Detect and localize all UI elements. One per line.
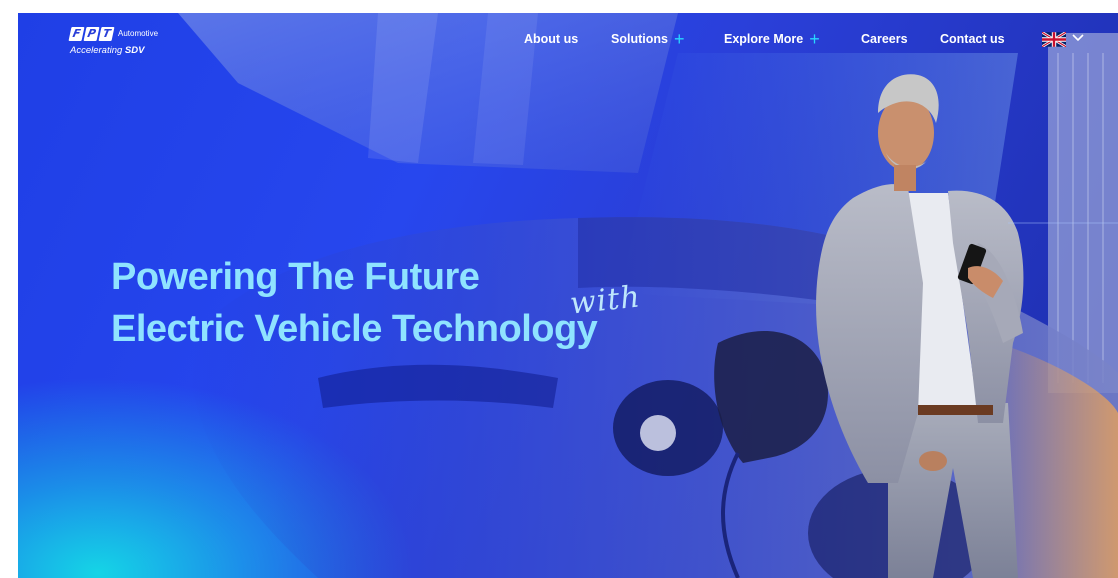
nav-careers[interactable]: Careers — [861, 32, 908, 46]
fpt-logo-mark: F P T — [68, 27, 115, 43]
chevron-down-icon[interactable] — [1072, 34, 1084, 42]
language-selector[interactable] — [1042, 30, 1088, 48]
nav-about-us-label: About us — [524, 32, 579, 46]
nav-solutions[interactable]: Solutions + — [611, 30, 685, 48]
nav-solutions-label: Solutions — [611, 32, 668, 46]
logo-tagline-bold: SDV — [124, 45, 145, 56]
top-navigation: F P T Automotive Accelerating SDV About … — [18, 13, 1118, 68]
logo-tagline-prefix: Accelerating — [70, 45, 123, 56]
logo-letter-f: F — [68, 27, 85, 41]
nav-careers-label: Careers — [861, 32, 908, 46]
logo-letter-p: P — [83, 27, 100, 41]
nav-about-us[interactable]: About us — [524, 32, 578, 46]
nav-contact-us-label: Contact us — [940, 32, 1005, 46]
logo-brand-name: Automotive — [118, 29, 159, 38]
hero-headline-line2: Electric Vehicle Technology — [111, 308, 598, 350]
nav-explore-more[interactable]: Explore More + — [724, 30, 820, 48]
hero-headline-line1: Powering The Future — [111, 256, 480, 298]
logo-letter-t: T — [98, 27, 115, 41]
page: F P T Automotive Accelerating SDV About … — [0, 0, 1118, 578]
logo-tagline: Accelerating SDV — [70, 45, 144, 56]
uk-flag-icon — [1042, 32, 1066, 47]
plus-icon[interactable]: + — [674, 30, 685, 48]
hero-headline-script: with — [568, 279, 643, 322]
fpt-automotive-logo[interactable]: F P T Automotive Accelerating SDV — [68, 25, 180, 59]
plus-icon[interactable]: + — [809, 30, 820, 48]
nav-contact-us[interactable]: Contact us — [940, 32, 1005, 46]
hero-banner: F P T Automotive Accelerating SDV About … — [18, 13, 1118, 578]
nav-explore-more-label: Explore More — [724, 32, 804, 46]
hero-headline: Powering The Future Electric Vehicle Tec… — [111, 251, 598, 355]
